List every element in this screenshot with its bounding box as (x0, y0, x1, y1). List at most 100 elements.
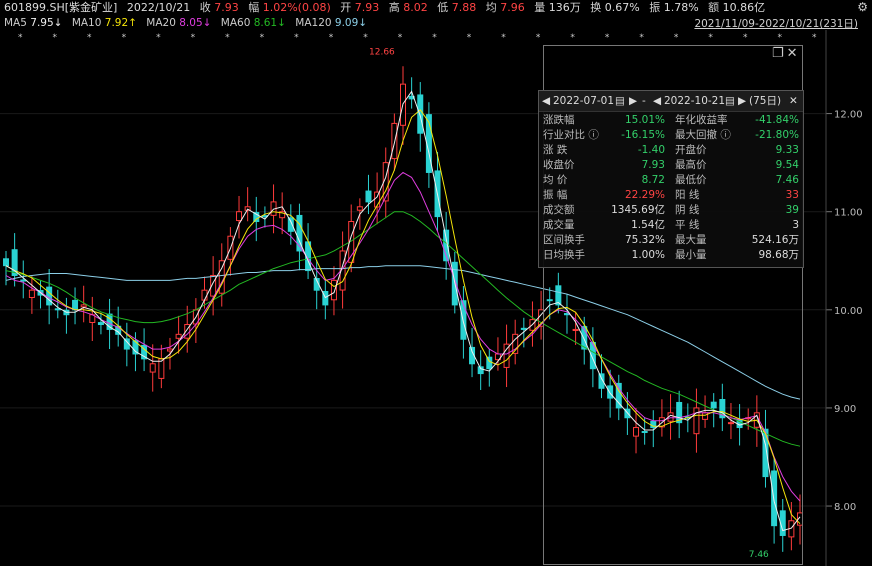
end-date-field[interactable]: 2022-10-21 (664, 91, 725, 111)
event-marker: * (18, 33, 23, 43)
stats-row: 收盘价 7.93 最高价 9.54 (539, 158, 803, 173)
stock-symbol: 601899.SH[紫金矿业] (4, 1, 118, 14)
candle-body (417, 94, 424, 134)
event-marker: * (363, 33, 368, 43)
stat-value: 39 (785, 204, 799, 216)
event-marker: * (674, 33, 679, 43)
prev-date-arrow[interactable]: ◀ (542, 91, 550, 111)
stat-value: 1345.69亿 (611, 204, 665, 216)
low-quote: 低 7.88 (437, 1, 477, 14)
stat-value: 15.01% (624, 114, 665, 126)
gear-icon[interactable]: ⚙ (857, 0, 868, 14)
stats-row: 日均换手 1.00% 最小量 98.68万 (539, 248, 803, 263)
stat-label: 年化收益率 (675, 114, 728, 126)
restore-icon[interactable]: ❐ (772, 46, 784, 61)
calendar-icon[interactable]: ▤ (725, 91, 735, 111)
stats-row: 行业对比 ⓘ -16.15% 最大回撤 ⓘ -21.80% (539, 128, 803, 143)
volume-quote: 量 136万 (534, 1, 581, 14)
stat-value: -41.84% (755, 114, 799, 126)
event-marker: * (743, 33, 748, 43)
stat-value: 9.33 (775, 144, 799, 156)
candle-body (28, 289, 35, 298)
y-tick-label: 8.00 (834, 502, 856, 513)
stat-value: 33 (785, 189, 799, 201)
stat-label: 阴 线 (675, 204, 700, 216)
open-quote: 开 7.93 (340, 1, 380, 14)
stat-value: 1.00% (631, 249, 665, 261)
stat-value: -16.15% (621, 129, 665, 141)
day-count: (75日) (749, 95, 782, 107)
stats-header: ◀ 2022-07-01 ▤ ▶ - ◀ 2022-10-21 ▤ ▶ (75日… (539, 91, 803, 112)
y-axis-labels: 12.00 11.00 10.00 9.00 8.00 (834, 110, 863, 513)
ma60-legend: MA60 8.61↓ (220, 17, 286, 29)
stats-row: 成交额 1345.69亿阴 线 39 (539, 203, 803, 218)
stat-value: 75.32% (624, 234, 665, 246)
event-marker: * (639, 33, 644, 43)
stat-label: 成交额 (543, 204, 575, 216)
event-marker: * (501, 33, 506, 43)
candle-body (149, 363, 156, 373)
event-marker: * (605, 33, 610, 43)
ma5-legend: MA5 7.95↓ (4, 17, 63, 29)
candle-body (201, 289, 208, 301)
next-date-arrow-2[interactable]: ▶ (738, 91, 746, 111)
stat-value: 7.93 (641, 159, 665, 171)
event-marker: * (260, 33, 265, 43)
y-tick-label: 11.00 (834, 208, 863, 219)
quote-info-row: 601899.SH[紫金矿业] 2022/10/21 收 7.93 幅 1.02… (4, 0, 771, 16)
high-quote: 高 8.02 (388, 1, 428, 14)
stat-label: 最低价 (675, 174, 707, 186)
event-markers: * * * * * * * * * * * * * * * * * * * * * * * * (18, 33, 817, 43)
event-marker: * (225, 33, 230, 43)
event-marker: * (329, 33, 334, 43)
amount-quote: 额 10.86亿 (708, 1, 766, 14)
ma120-legend: MA120 9.09↓ (295, 17, 368, 29)
candle-body (236, 211, 243, 222)
ma20-legend: MA20 8.05↓ (146, 17, 212, 29)
stats-row: 均 价 8.72 最低价 7.46 (539, 173, 803, 188)
stat-value: -21.80% (755, 129, 799, 141)
stat-value: 7.46 (775, 174, 799, 186)
date-range-label[interactable]: 2021/11/09-2022/10/21(231日) (694, 16, 858, 31)
turnover-quote: 换 0.67% (590, 1, 640, 14)
stat-label: 涨跌幅 (543, 114, 575, 126)
stat-value: 22.29% (624, 189, 665, 201)
event-marker: * (812, 33, 817, 43)
stat-value: 8.72 (641, 174, 665, 186)
candle-body (175, 333, 182, 339)
change-quote: 幅 1.02%(0.08) (248, 1, 331, 14)
event-marker: * (570, 33, 575, 43)
event-marker: * (122, 33, 127, 43)
candle-body (330, 279, 337, 301)
stat-label: 平 线 (675, 219, 700, 231)
event-marker: * (777, 33, 782, 43)
stat-value: 9.54 (775, 159, 799, 171)
y-tick-label: 9.00 (834, 404, 856, 415)
ma10-legend: MA10 7.92↑ (71, 17, 137, 29)
stat-label: 最高价 (675, 159, 707, 171)
stats-row: 涨跌幅 15.01% 年化收益率 -41.84% (539, 113, 803, 128)
candle-body (72, 299, 79, 311)
start-date-field[interactable]: 2022-07-01 (553, 91, 614, 111)
stat-label: 日均换手 (543, 249, 585, 261)
stat-value: -1.40 (637, 144, 665, 156)
stat-label: 最大量 (675, 234, 707, 246)
stats-row: 区间换手 75.32% 最大量 524.16万 (539, 233, 803, 248)
prev-date-arrow-2[interactable]: ◀ (653, 91, 661, 111)
next-date-arrow[interactable]: ▶ (629, 91, 637, 111)
calendar-icon[interactable]: ▤ (615, 91, 625, 111)
amplitude-quote: 振 1.78% (649, 1, 699, 14)
stat-label: 区间换手 (543, 234, 585, 246)
interval-stats-panel: ◀ 2022-07-01 ▤ ▶ - ◀ 2022-10-21 ▤ ▶ (75日… (538, 90, 804, 268)
candle-body (365, 190, 372, 203)
close-icon[interactable]: ✕ (787, 46, 798, 61)
stat-label: 最大回撤 ⓘ (675, 129, 731, 141)
event-marker: * (432, 33, 437, 43)
close-quote: 收 7.93 (199, 1, 239, 14)
stat-label: 阳 线 (675, 189, 700, 201)
stat-value: 524.16万 (751, 234, 799, 246)
close-icon[interactable]: ✕ (789, 91, 798, 111)
y-tick-label: 10.00 (834, 306, 863, 317)
event-marker: * (708, 33, 713, 43)
stats-row: 成交量 1.54亿平 线 3 (539, 218, 803, 233)
